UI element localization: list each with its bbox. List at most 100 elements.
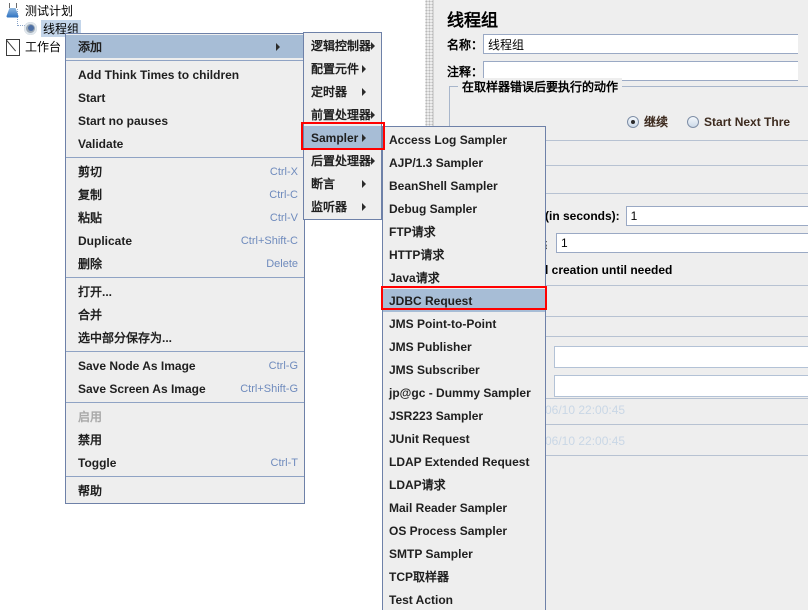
menu-item-validate[interactable]: Validate — [66, 132, 304, 155]
name-field-row: 名称： 线程组 — [447, 33, 808, 55]
menu-item-label: JMS Subscriber — [389, 362, 480, 377]
menu-separator — [66, 60, 304, 61]
menu-item-label: 断言 — [311, 177, 336, 191]
add-submenu-item-监听器[interactable]: 监听器 — [304, 195, 381, 218]
chevron-right-icon — [371, 110, 385, 119]
sampler-item-ldap-extended-request[interactable]: LDAP Extended Request — [383, 450, 545, 473]
menu-item-accelerator: Ctrl-T — [270, 456, 299, 469]
menu-item-duplicate[interactable]: Duplicate Ctrl+Shift-C — [66, 229, 304, 252]
add-submenu-item-逻辑控制器[interactable]: 逻辑控制器 — [304, 34, 381, 57]
menu-item-label: Mail Reader Sampler — [389, 500, 508, 515]
menu-item-label: SMTP Sampler — [389, 546, 473, 561]
menu-separator — [66, 476, 304, 477]
menu-item-add-think-times-to-children[interactable]: Add Think Times to children — [66, 63, 304, 86]
menu-item-accelerator: Delete — [266, 257, 298, 270]
menu-item-label: Duplicate — [78, 233, 133, 248]
name-input[interactable]: 线程组 — [483, 34, 799, 54]
menu-item-label: JDBC Request — [389, 293, 473, 308]
chevron-right-icon — [362, 87, 376, 96]
sampler-item-debug-sampler[interactable]: Debug Sampler — [383, 197, 545, 220]
add-submenu-item-定时器[interactable]: 定时器 — [304, 80, 381, 103]
menu-separator — [66, 402, 304, 403]
sampler-item-test-action[interactable]: Test Action — [383, 588, 545, 610]
menu-item-选中部分保存为[interactable]: 选中部分保存为... — [66, 326, 304, 349]
ramp-up-input[interactable]: 1 — [625, 206, 808, 226]
menu-item-合并[interactable]: 合并 — [66, 303, 304, 326]
menu-item-label: 删除 — [78, 257, 103, 271]
add-submenu-item-配置元件[interactable]: 配置元件 — [304, 57, 381, 80]
menu-item-帮助[interactable]: 帮助 — [66, 479, 304, 502]
context-menu: 添加 Add Think Times to children Start Start … — [65, 33, 305, 504]
sampler-item-ldap请求[interactable]: LDAP请求 — [383, 473, 545, 496]
menu-item-label: 选中部分保存为... — [78, 331, 173, 345]
radio-off-icon — [687, 115, 700, 128]
menu-item-label: jp@gc - Dummy Sampler — [389, 385, 531, 400]
sampler-item-access-log-sampler[interactable]: Access Log Sampler — [383, 128, 545, 151]
menu-item-label: HTTP请求 — [389, 248, 445, 262]
menu-item-剪切[interactable]: 剪切 Ctrl-X — [66, 160, 304, 183]
scheduler-end-input[interactable] — [554, 375, 808, 397]
menu-item-label: 禁用 — [78, 433, 103, 447]
menu-item-label: Sampler — [311, 130, 359, 145]
menu-item-accelerator: Ctrl-C — [269, 188, 298, 201]
menu-item-删除[interactable]: 删除 Delete — [66, 252, 304, 275]
menu-item-label: JSR223 Sampler — [389, 408, 484, 423]
menu-item-label: LDAP请求 — [389, 478, 446, 492]
sampler-item-ftp请求[interactable]: FTP请求 — [383, 220, 545, 243]
menu-item-label: 定时器 — [311, 85, 348, 99]
menu-item-添加[interactable]: 添加 — [66, 35, 304, 58]
menu-item-复制[interactable]: 复制 Ctrl-C — [66, 183, 304, 206]
start-time-value: 06/10 22:00:45 — [545, 403, 626, 417]
menu-item-label: 配置元件 — [311, 62, 360, 76]
sampler-item-java请求[interactable]: Java请求 — [383, 266, 545, 289]
chevron-right-icon — [362, 64, 376, 73]
divider — [533, 285, 808, 286]
add-submenu-item-后置处理器[interactable]: 后置处理器 — [304, 149, 381, 172]
menu-item-accelerator: Ctrl-G — [268, 359, 298, 372]
sampler-item-mail-reader-sampler[interactable]: Mail Reader Sampler — [383, 496, 545, 519]
sampler-item-http请求[interactable]: HTTP请求 — [383, 243, 545, 266]
sampler-item-jdbc-request[interactable]: JDBC Request — [383, 289, 545, 312]
menu-item-start[interactable]: Start — [66, 86, 304, 109]
sampler-submenu: Access Log Sampler AJP/1.3 Sampler BeanShe… — [382, 126, 546, 610]
menu-item-打开[interactable]: 打开... — [66, 280, 304, 303]
menu-item-start-no-pauses[interactable]: Start no pauses — [66, 109, 304, 132]
sampler-item-jms-subscriber[interactable]: JMS Subscriber — [383, 358, 545, 381]
radio-start-next-thread[interactable]: Start Next Thre — [687, 115, 790, 129]
menu-item-toggle[interactable]: Toggle Ctrl-T — [66, 451, 304, 474]
divider — [533, 193, 808, 194]
sampler-item-ajp-1-3-sampler[interactable]: AJP/1.3 Sampler — [383, 151, 545, 174]
sampler-item-junit-request[interactable]: JUnit Request — [383, 427, 545, 450]
split-pane-divider[interactable] — [425, 0, 434, 135]
menu-item-label: FTP请求 — [389, 225, 436, 239]
sampler-item-jms-point-to-point[interactable]: JMS Point-to-Point — [383, 312, 545, 335]
add-submenu-item-断言[interactable]: 断言 — [304, 172, 381, 195]
sampler-item-jp-gc-dummy-sampler[interactable]: jp@gc - Dummy Sampler — [383, 381, 545, 404]
tree-item-workbench[interactable]: 工作台 — [4, 37, 63, 56]
menu-item-save-screen-as-image[interactable]: Save Screen As Image Ctrl+Shift-G — [66, 377, 304, 400]
add-submenu-item-前置处理器[interactable]: 前置处理器 — [304, 103, 381, 126]
menu-item-label: Validate — [78, 136, 124, 151]
radio-continue[interactable]: 继续 — [627, 113, 668, 130]
sampler-item-beanshell-sampler[interactable]: BeanShell Sampler — [383, 174, 545, 197]
add-submenu-item-sampler[interactable]: Sampler — [304, 126, 381, 149]
sampler-item-smtp-sampler[interactable]: SMTP Sampler — [383, 542, 545, 565]
menu-item-save-node-as-image[interactable]: Save Node As Image Ctrl-G — [66, 354, 304, 377]
loop-count-input[interactable]: 1 — [556, 233, 808, 253]
sampler-item-jms-publisher[interactable]: JMS Publisher — [383, 335, 545, 358]
jmeter-window: 测试计划 线程组 工作台 线程组 名称： 线程组 注释： 在取样器错误后要执行的… — [0, 0, 808, 610]
delay-thread-creation-label: l creation until needed — [545, 263, 673, 277]
chevron-right-icon — [362, 202, 376, 211]
menu-item-label: OS Process Sampler — [389, 523, 508, 538]
tree-item-test-plan[interactable]: 测试计划 — [4, 1, 75, 19]
menu-item-禁用[interactable]: 禁用 — [66, 428, 304, 451]
sampler-item-jsr223-sampler[interactable]: JSR223 Sampler — [383, 404, 545, 427]
scheduler-start-input[interactable] — [554, 346, 808, 368]
menu-item-label: Debug Sampler — [389, 201, 478, 216]
menu-item-粘贴[interactable]: 粘贴 Ctrl-V — [66, 206, 304, 229]
menu-item-启用: 启用 — [66, 405, 304, 428]
sampler-item-os-process-sampler[interactable]: OS Process Sampler — [383, 519, 545, 542]
radio-on-icon — [627, 115, 639, 128]
sampler-item-tcp取样器[interactable]: TCP取样器 — [383, 565, 545, 588]
divider — [533, 455, 808, 456]
